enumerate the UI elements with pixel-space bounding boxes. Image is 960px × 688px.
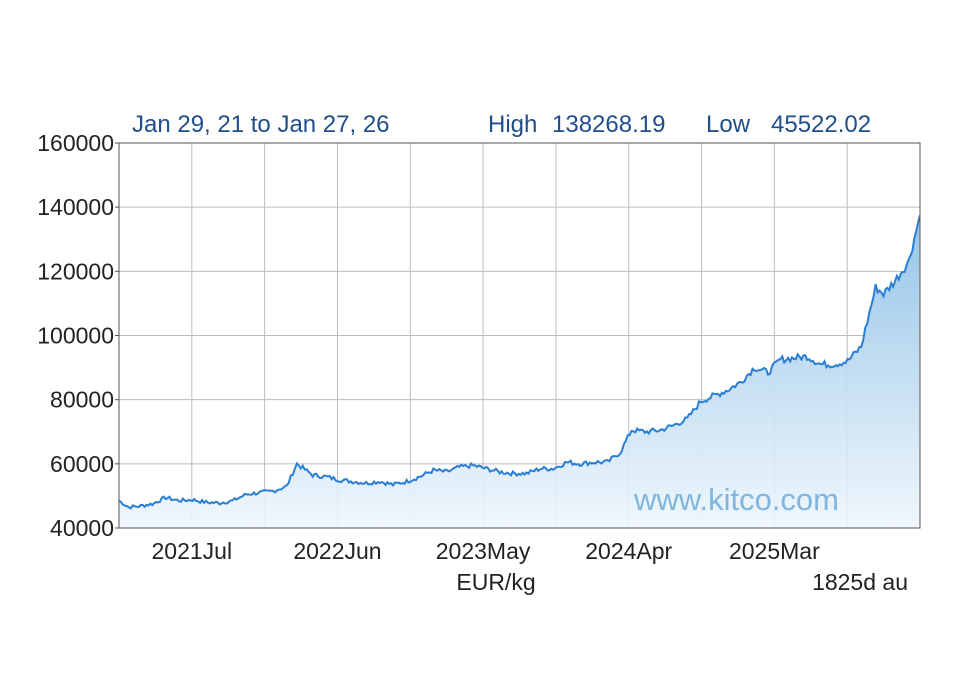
high-label: High (488, 111, 537, 138)
data-point (392, 483, 395, 486)
data-point (405, 480, 408, 483)
data-point (846, 360, 849, 363)
data-point (432, 469, 435, 472)
unit-label: EUR/kg (456, 569, 535, 595)
data-point (418, 475, 421, 478)
data-point (218, 502, 221, 505)
low-value: 45522.02 (771, 111, 871, 138)
data-point (511, 472, 514, 475)
data-point (378, 480, 381, 483)
data-point (472, 464, 475, 467)
data-point (726, 389, 729, 392)
data-point (699, 400, 702, 403)
date-range-label: Jan 29, 21 to Jan 27, 26 (132, 111, 390, 138)
data-point (630, 429, 633, 432)
x-tick-label: 2022Jun (293, 538, 381, 564)
data-point (819, 363, 822, 366)
data-point (882, 292, 885, 295)
data-point (285, 485, 288, 488)
data-point (592, 461, 595, 464)
data-point (258, 491, 261, 494)
data-point (793, 357, 796, 360)
data-point (485, 467, 488, 470)
x-tick-label: 2024Apr (585, 538, 672, 564)
watermark: www.kitco.com (633, 482, 839, 517)
x-axis: 2021Jul 2022Jun 2023May 2024Apr 2025Mar (152, 538, 821, 564)
data-point (739, 381, 742, 384)
data-point (606, 461, 609, 464)
y-tick-label: 100000 (37, 323, 114, 349)
x-tick-label: 2023May (436, 538, 531, 564)
data-point (458, 466, 461, 469)
y-tick-label: 140000 (37, 194, 114, 220)
data-point (498, 470, 501, 473)
data-point (645, 430, 648, 433)
data-point (753, 366, 756, 369)
data-point (539, 467, 542, 470)
data-point (351, 480, 354, 483)
data-point (272, 490, 275, 493)
y-tick-label: 120000 (37, 258, 114, 284)
data-point (579, 462, 582, 465)
data-point (118, 499, 121, 502)
data-point (245, 493, 248, 496)
data-point (860, 345, 863, 348)
data-point (767, 371, 770, 374)
data-point (619, 451, 622, 454)
x-tick-label: 2021Jul (152, 538, 233, 564)
data-point (659, 429, 662, 432)
data-point (919, 214, 922, 217)
data-point (874, 286, 877, 289)
y-tick-label: 160000 (37, 130, 114, 156)
data-point (565, 461, 568, 464)
y-tick-label: 60000 (50, 451, 114, 477)
data-point (205, 501, 208, 504)
data-point (907, 260, 910, 263)
data-point (894, 280, 897, 283)
low-label: Low (706, 111, 751, 138)
data-point (365, 482, 368, 485)
data-point (311, 474, 314, 477)
data-point (324, 475, 327, 478)
y-tick-label: 80000 (50, 387, 114, 413)
data-point (178, 499, 181, 502)
data-point (295, 462, 298, 465)
chart: Jan 29, 21 to Jan 27, 26 High 138268.19 … (37, 111, 922, 595)
data-point (127, 506, 130, 509)
data-point (832, 363, 835, 366)
data-point (552, 467, 555, 470)
data-point (164, 496, 167, 499)
data-point (806, 355, 809, 358)
data-point (672, 424, 675, 427)
data-point (779, 358, 782, 361)
data-point (446, 470, 449, 473)
x-tick-label: 2025Mar (729, 538, 820, 564)
data-point (525, 472, 528, 475)
data-point (191, 498, 194, 501)
data-point (715, 393, 718, 396)
data-point (231, 499, 234, 502)
high-value: 138268.19 (552, 111, 665, 138)
data-point (137, 505, 140, 508)
data-point (151, 502, 154, 505)
data-point (338, 478, 341, 481)
data-point (686, 417, 689, 420)
y-tick-label: 40000 (50, 515, 114, 541)
y-axis: 160000 140000 120000 100000 80000 60000 40000 (37, 130, 119, 541)
period-label: 1825d au (812, 569, 908, 595)
